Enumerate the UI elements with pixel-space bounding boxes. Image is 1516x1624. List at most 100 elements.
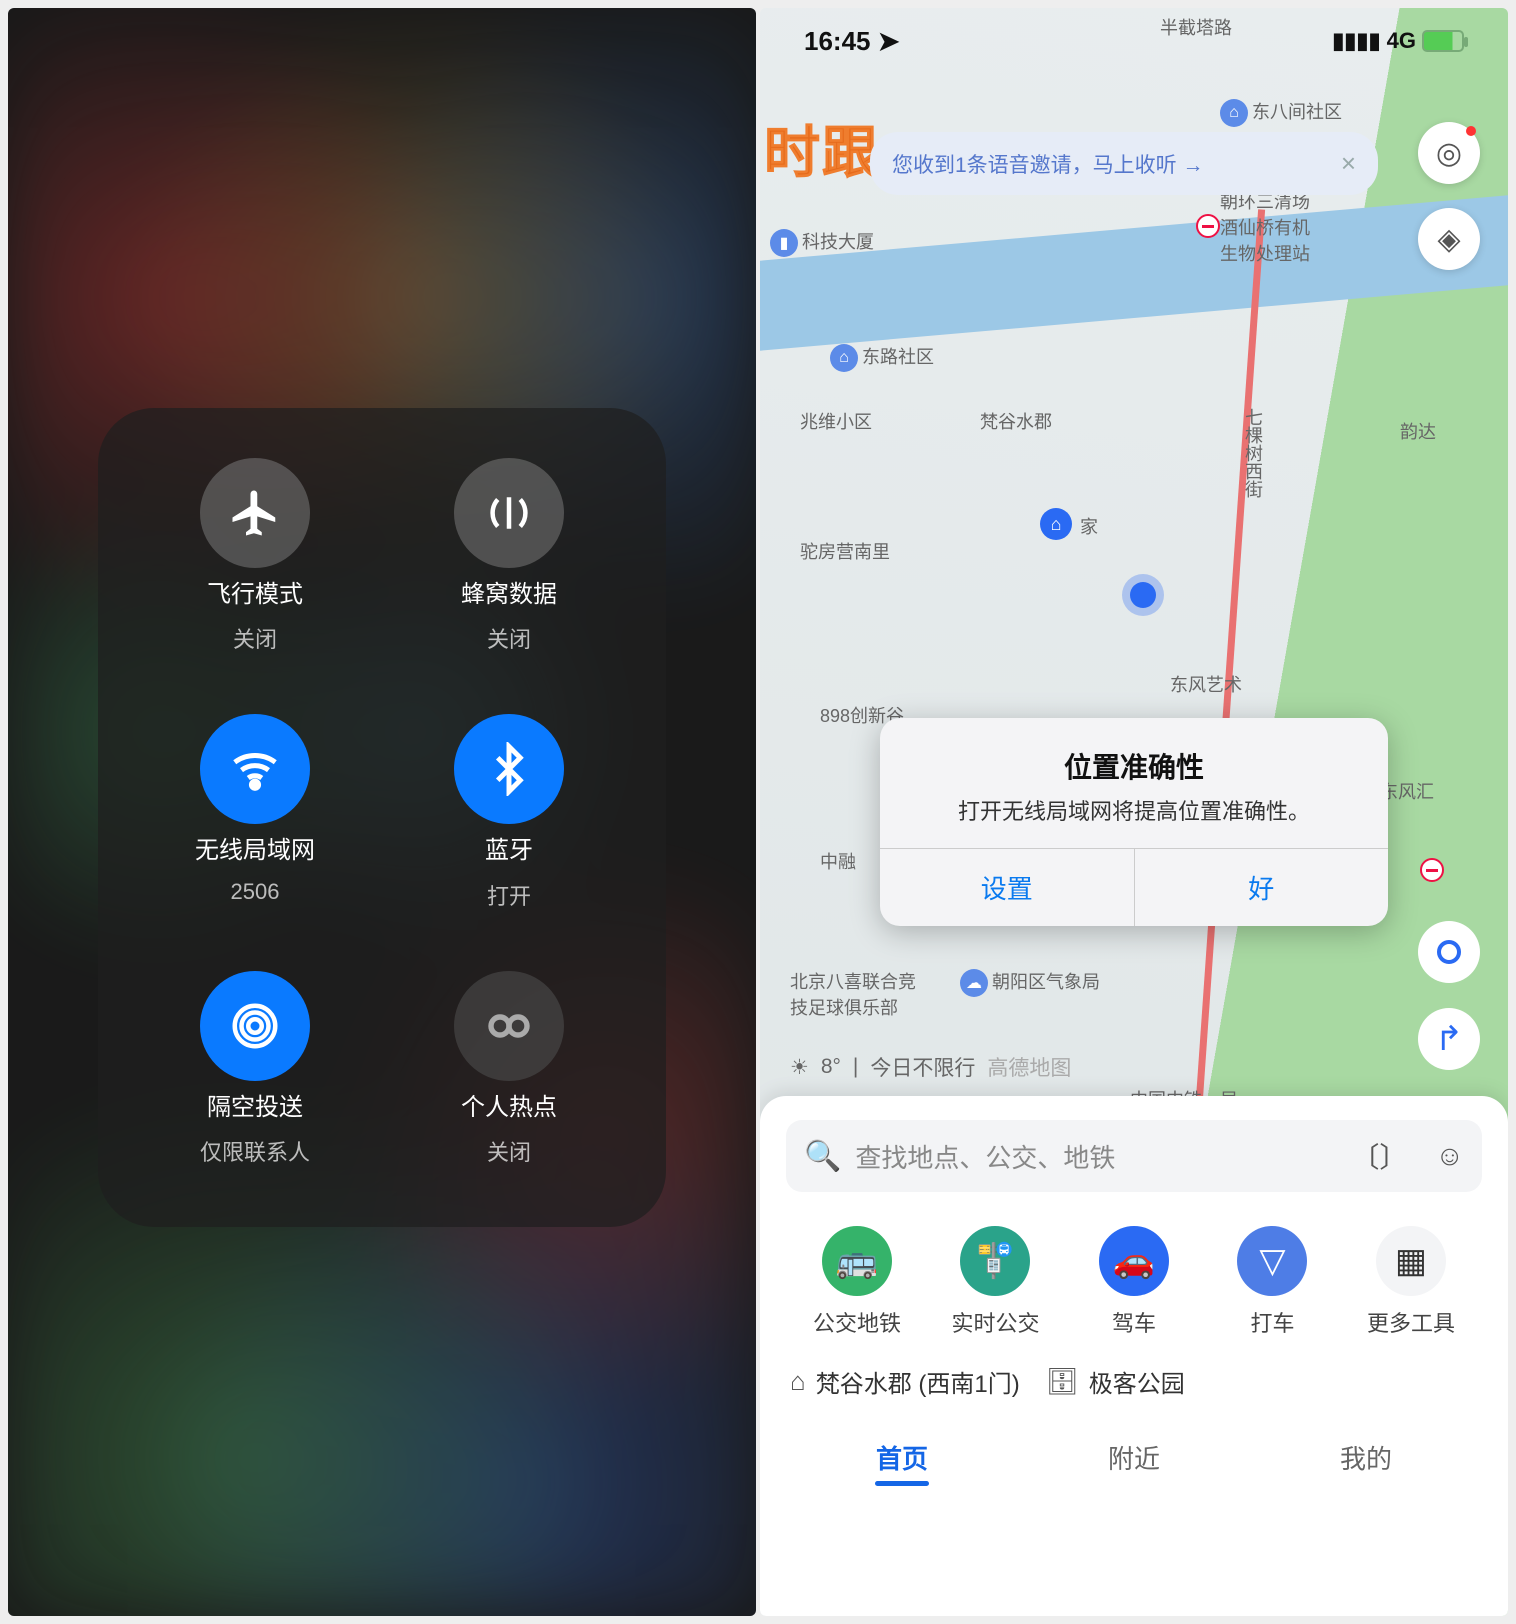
wifi-toggle[interactable]: 无线局域网 2506 (128, 714, 382, 910)
search-bar[interactable]: 🔍 查找地点、公交、地铁 〔〕 ☺ (786, 1120, 1482, 1192)
livebus-icon: 🚏 (960, 1226, 1030, 1296)
airdrop-icon (200, 971, 310, 1081)
home-icon: ⌂ (790, 1366, 806, 1397)
no-entry-icon (1196, 214, 1220, 238)
shortcut-row: 🚌 公交地铁 🚏 实时公交 🚗 驾车 ▽ 打车 ▦ 更多工具 (792, 1226, 1476, 1338)
message-fab[interactable]: ◎ (1418, 122, 1480, 184)
work-icon: 🗄 (1046, 1366, 1079, 1397)
signal-icon: ▮▮▮▮ (1332, 28, 1380, 54)
wifi-label: 无线局域网 (195, 838, 315, 864)
cellular-status: 关闭 (487, 622, 531, 654)
airdrop-toggle[interactable]: 隔空投送 仅限联系人 (128, 971, 382, 1167)
poi-label: 韵达 (1400, 418, 1436, 444)
poi-label: ⌂东八间社区 (1220, 98, 1342, 127)
scan-icon[interactable]: 〔〕 (1351, 1136, 1407, 1176)
airplane-status: 关闭 (233, 622, 277, 654)
navigate-icon: ↱ (1435, 1019, 1464, 1059)
poi-label: 七棵树西街 (1240, 408, 1266, 498)
locate-button[interactable] (1418, 921, 1480, 983)
bottom-sheet: 🔍 查找地点、公交、地铁 〔〕 ☺ 🚌 公交地铁 🚏 实时公交 🚗 驾车 ▽ 打… (760, 1096, 1508, 1616)
bottom-tabs: 首页 附近 我的 (786, 1423, 1482, 1488)
bluetooth-status: 打开 (487, 879, 531, 911)
dialog-settings-button[interactable]: 设置 (880, 849, 1135, 926)
hotspot-status: 关闭 (487, 1135, 531, 1167)
shortcut-ride[interactable]: ▽ 打车 (1208, 1226, 1338, 1338)
poi-label: ☁朝阳区气象局 (960, 968, 1100, 997)
ride-icon: ▽ (1237, 1226, 1307, 1296)
network-label: 4G (1387, 28, 1416, 54)
layers-icon: ◈ (1437, 222, 1460, 257)
poi-label: 东风艺术 (1170, 671, 1242, 697)
airplane-label: 飞行模式 (207, 582, 303, 608)
location-accuracy-dialog: 位置准确性 打开无线局域网将提高位置准确性。 设置 好 (880, 718, 1388, 926)
navigate-button[interactable]: ↱ (1418, 1008, 1480, 1070)
notification-banner[interactable]: 您收到1条语音邀请，马上收听 × (870, 132, 1378, 195)
close-icon[interactable]: × (1341, 148, 1356, 179)
poi-label: 中融 (820, 848, 856, 874)
tab-mine[interactable]: 我的 (1250, 1423, 1482, 1488)
user-location-marker (1130, 582, 1156, 608)
app-brand-ghost: 时跟 (764, 108, 880, 189)
airdrop-label: 隔空投送 (207, 1095, 303, 1121)
hotspot-label: 个人热点 (461, 1095, 557, 1121)
bus-icon: 🚌 (822, 1226, 892, 1296)
quick-destinations: ⌂ 梵谷水郡 (西南1门) 🗄 极客公园 (790, 1364, 1478, 1399)
dialog-message: 打开无线局域网将提高位置准确性。 (906, 794, 1362, 826)
airplane-icon (200, 458, 310, 568)
map-app-screen: 半截塔路 ⌂东八间社区 朝环三清场 酒仙桥有机 生物处理站 ▮科技大厦 ⌂东路社… (760, 8, 1508, 1616)
poi-label: ⌂东路社区 (830, 343, 934, 372)
cellular-icon (454, 458, 564, 568)
banner-text: 您收到1条语音邀请，马上收听 (892, 149, 1204, 179)
tab-home[interactable]: 首页 (786, 1423, 1018, 1488)
status-time: 16:45 ➤ (804, 26, 900, 57)
locate-icon (1437, 940, 1461, 964)
bluetooth-icon (454, 714, 564, 824)
status-right: ▮▮▮▮ 4G (1332, 28, 1464, 54)
poi-label: ▮科技大厦 (770, 228, 874, 257)
airdrop-status: 仅限联系人 (200, 1135, 310, 1167)
shortcut-drive[interactable]: 🚗 驾车 (1069, 1226, 1199, 1338)
car-icon: 🚗 (1099, 1226, 1169, 1296)
bluetooth-label: 蓝牙 (485, 838, 533, 864)
assistant-icon[interactable]: ☺ (1435, 1140, 1464, 1172)
destination-chip[interactable]: ⌂ 梵谷水郡 (西南1门) (790, 1364, 1020, 1399)
poi-label: 兆维小区 (800, 408, 872, 434)
message-icon: ◎ (1436, 136, 1462, 171)
cellular-data-toggle[interactable]: 蜂窝数据 关闭 (382, 458, 636, 654)
control-center-screen: 飞行模式 关闭 蜂窝数据 关闭 无线局域网 2506 蓝牙 打开 (8, 8, 756, 1616)
poi-label: 东风汇 (1380, 778, 1434, 804)
layers-fab[interactable]: ◈ (1418, 208, 1480, 270)
destination-chip[interactable]: 🗄 极客公园 (1046, 1364, 1185, 1399)
shortcut-transit[interactable]: 🚌 公交地铁 (792, 1226, 922, 1338)
hotspot-icon (454, 971, 564, 1081)
bluetooth-toggle[interactable]: 蓝牙 打开 (382, 714, 636, 910)
search-icon: 🔍 (804, 1139, 841, 1174)
temperature: 8° (821, 1055, 841, 1079)
shortcut-more[interactable]: ▦ 更多工具 (1346, 1226, 1476, 1338)
connectivity-panel: 飞行模式 关闭 蜂窝数据 关闭 无线局域网 2506 蓝牙 打开 (98, 408, 666, 1227)
poi-label: 北京八喜联合竞 技足球俱乐部 (790, 968, 916, 1020)
airplane-mode-toggle[interactable]: 飞行模式 关闭 (128, 458, 382, 654)
poi-home-label: 家 (1080, 513, 1098, 539)
wifi-status: 2506 (231, 879, 280, 905)
no-entry-icon (1420, 858, 1444, 882)
hotspot-toggle[interactable]: 个人热点 关闭 (382, 971, 636, 1167)
poi-label: 朝环三清场 酒仙桥有机 生物处理站 (1220, 188, 1310, 266)
map-provider-label: 高德地图 (987, 1052, 1071, 1082)
weather-strip[interactable]: ☀ 8° | 今日不限行 高德地图 (790, 1052, 1071, 1082)
status-bar: 16:45 ➤ ▮▮▮▮ 4G (760, 16, 1508, 66)
location-arrow-icon: ➤ (878, 26, 900, 56)
sun-icon: ☀ (790, 1055, 809, 1080)
cellular-label: 蜂窝数据 (461, 582, 557, 608)
home-pin-icon[interactable]: ⌂ (1040, 508, 1072, 540)
tab-nearby[interactable]: 附近 (1018, 1423, 1250, 1488)
traffic-restriction: 今日不限行 (870, 1052, 975, 1082)
battery-icon (1422, 30, 1464, 52)
more-icon: ▦ (1376, 1226, 1446, 1296)
search-placeholder: 查找地点、公交、地铁 (855, 1138, 1323, 1175)
dialog-ok-button[interactable]: 好 (1135, 849, 1389, 926)
poi-label: 驼房营南里 (800, 538, 890, 564)
shortcut-livebus[interactable]: 🚏 实时公交 (931, 1226, 1061, 1338)
dialog-title: 位置准确性 (906, 746, 1362, 786)
poi-label: 梵谷水郡 (980, 408, 1052, 434)
